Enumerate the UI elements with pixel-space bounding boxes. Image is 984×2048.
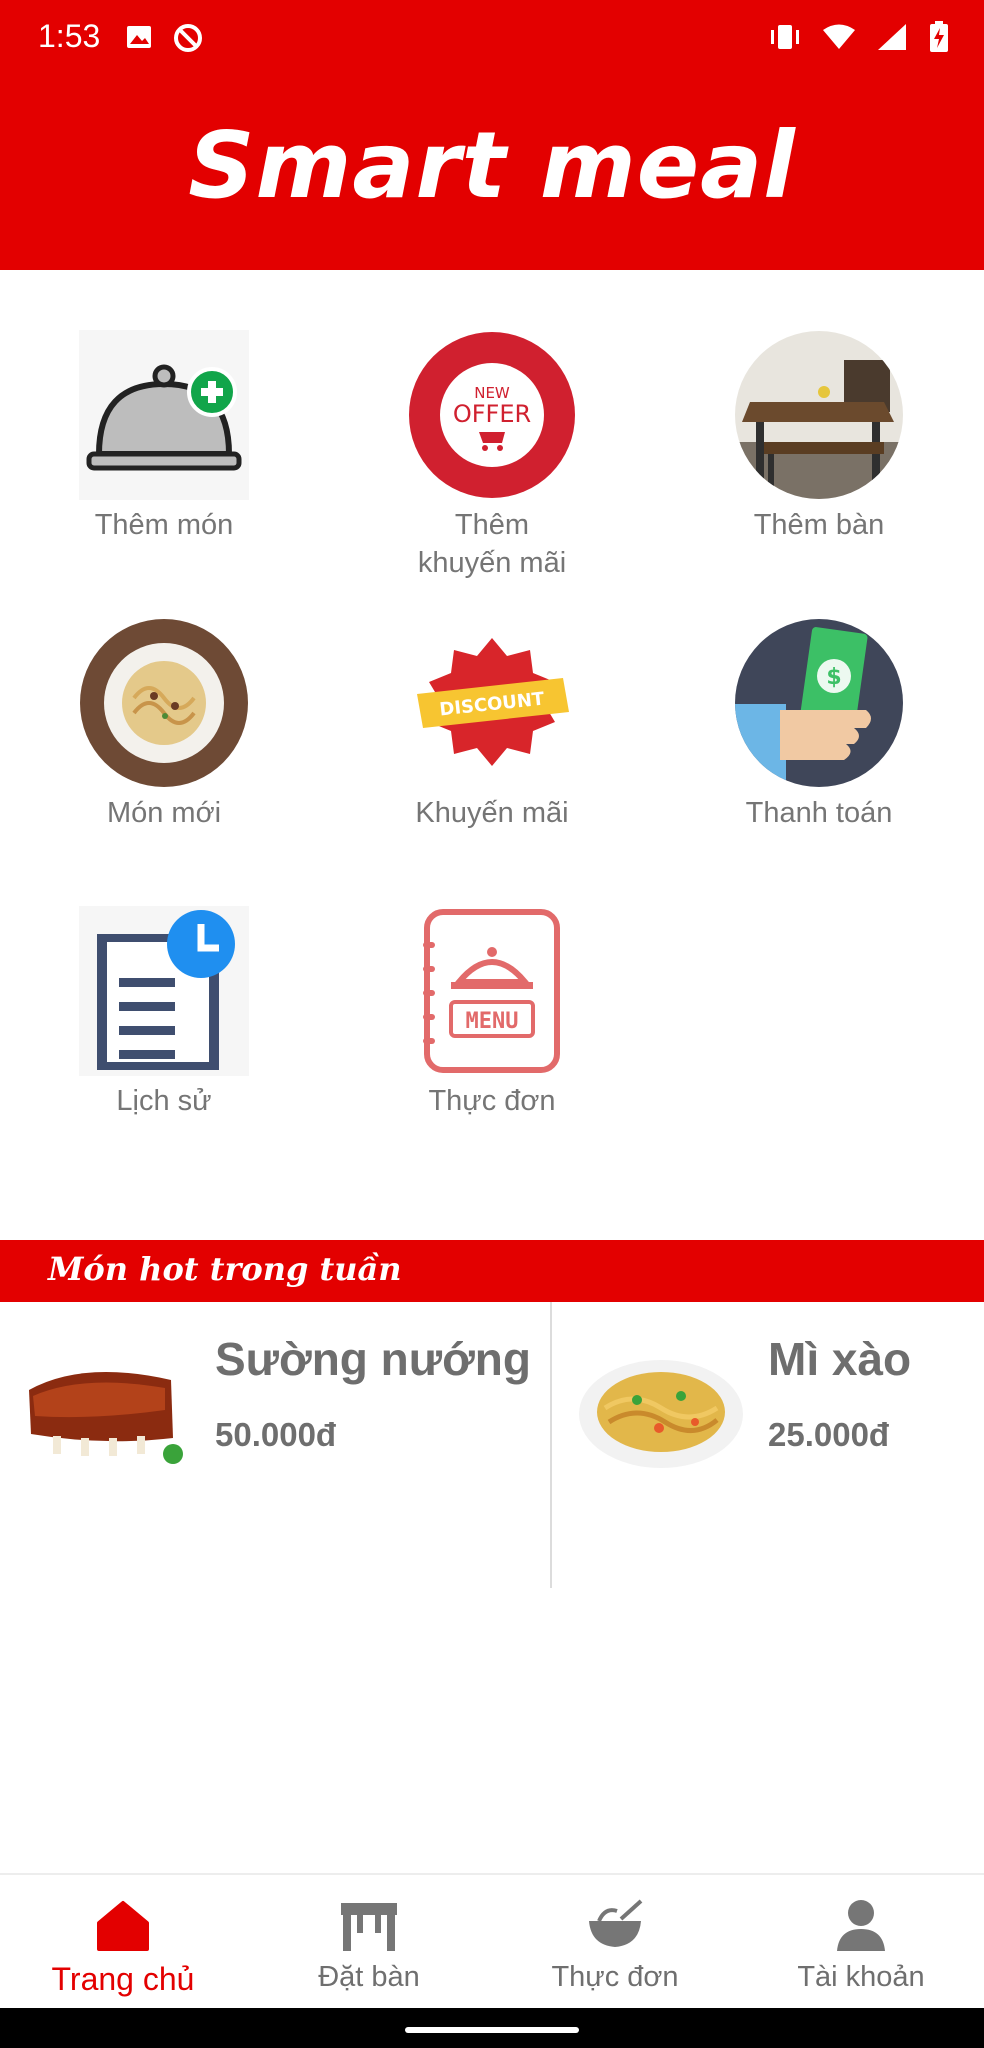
battery-charging-icon [930, 21, 948, 52]
discount-badge-icon: DISCOUNT [407, 618, 577, 788]
feature-label: Món mới [106, 797, 222, 829]
hot-section-header: Món hot trong tuần [0, 1240, 984, 1302]
bottom-navigation: Trang chủ Đặt bàn Thực đơn Tài khoản [0, 1873, 984, 2010]
payment-cash-icon: $ [734, 618, 904, 788]
hot-item-price: 50.000đ [215, 1416, 337, 1453]
nav-item-booking[interactable]: Đặt bàn [246, 1875, 492, 2010]
menu-book-icon: MENU [407, 906, 577, 1076]
hot-items-divider [550, 1302, 552, 1588]
nav-item-menu[interactable]: Thực đơn [492, 1875, 738, 2010]
system-gesture-bar [0, 2008, 984, 2048]
feature-label: Thực đơn [428, 1085, 556, 1117]
status-bar: 1:53 [0, 0, 984, 80]
feature-new-dish[interactable]: Món mới [39, 618, 289, 832]
image-notification-icon [127, 26, 151, 48]
feature-menu[interactable]: MENU Thực đơn [367, 906, 617, 1120]
svg-text:MENU: MENU [466, 1009, 519, 1034]
account-icon [837, 1900, 885, 1951]
vibrate-icon [771, 25, 799, 49]
feature-add-dish[interactable]: Thêm món [39, 330, 289, 544]
covered-dish-add-icon [79, 330, 249, 500]
feature-add-table[interactable]: Thêm bàn [694, 330, 944, 544]
nav-item-home[interactable]: Trang chủ [0, 1875, 246, 2010]
new-offer-icon: NEW OFFER [407, 330, 577, 500]
nav-label: Trang chủ [51, 1961, 195, 1997]
noodle-plate-icon [79, 618, 249, 788]
app-header: Smart meal [0, 80, 984, 270]
nav-label: Thực đơn [551, 1961, 679, 1993]
app-title: Smart meal [188, 111, 796, 219]
sync-disabled-icon [174, 24, 202, 52]
feature-add-promotion[interactable]: NEW OFFER Thêm khuyến mãi [367, 330, 617, 582]
hot-item-price: 25.000đ [768, 1416, 890, 1453]
hot-items-list: Sường nướng 50.000đ Mì xào 25.000đ [0, 1302, 984, 1587]
hot-item-name: Mì xào [768, 1333, 912, 1385]
home-gesture-handle[interactable] [405, 2027, 579, 2033]
svg-text:$: $ [826, 665, 841, 690]
feature-label: Khuyến mãi [415, 797, 569, 829]
table-icon [341, 1903, 397, 1951]
feature-label: Lịch sử [116, 1085, 212, 1117]
feature-promotion[interactable]: DISCOUNT Khuyến mãi [367, 618, 617, 832]
hot-item-card[interactable]: Sường nướng 50.000đ [0, 1302, 531, 1587]
nav-label: Đặt bàn [318, 1961, 420, 1993]
cell-signal-icon [878, 24, 906, 50]
hot-item-card[interactable]: Mì xào 25.000đ [553, 1302, 984, 1587]
feature-label: Thêm khuyến mãi [417, 509, 567, 579]
feature-label: Thêm món [94, 509, 234, 541]
svg-text:OFFER: OFFER [453, 400, 531, 428]
fried-noodles-image [577, 1350, 745, 1468]
feature-label: Thanh toán [745, 797, 893, 829]
hot-section-title: Món hot trong tuần [48, 1250, 402, 1288]
grilled-ribs-image [23, 1350, 191, 1468]
history-document-icon [79, 906, 249, 1076]
nav-label: Tài khoản [797, 1961, 925, 1993]
feature-payment[interactable]: $ Thanh toán [694, 618, 944, 832]
hot-item-name: Sường nướng [215, 1333, 531, 1385]
wifi-icon [823, 24, 855, 49]
home-icon [97, 1901, 149, 1951]
status-time: 1:53 [38, 18, 101, 54]
feature-label: Thêm bàn [753, 509, 885, 541]
feature-history[interactable]: Lịch sử [39, 906, 289, 1120]
bowl-icon [589, 1899, 643, 1947]
dining-table-icon [734, 330, 904, 500]
nav-item-account[interactable]: Tài khoản [738, 1875, 984, 2010]
